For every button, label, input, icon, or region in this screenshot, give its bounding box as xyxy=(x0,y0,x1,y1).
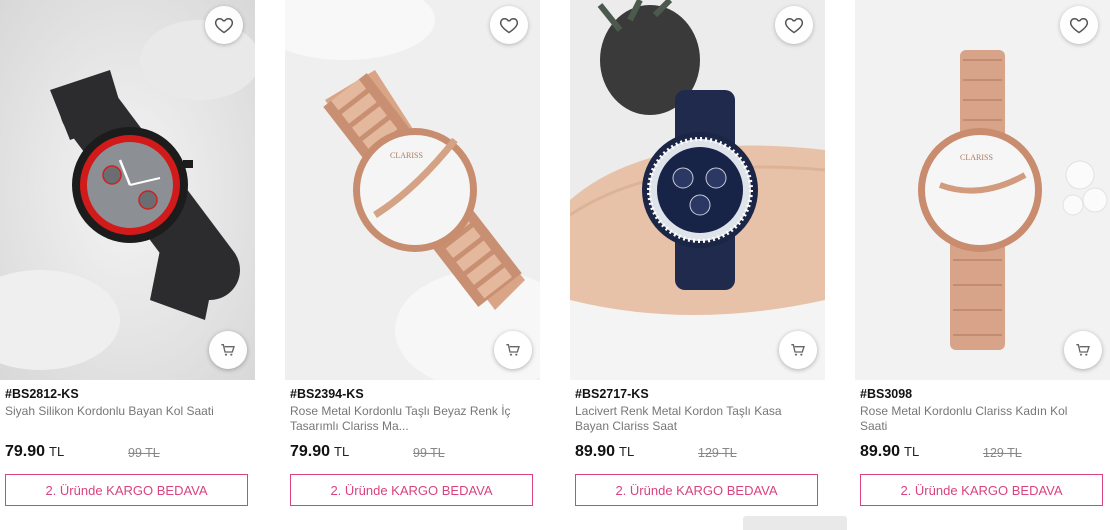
add-to-cart-button[interactable] xyxy=(494,331,532,369)
product-name[interactable]: Rose Metal Kordonlu Clariss Kadın Kol Sa… xyxy=(860,404,1095,434)
add-to-cart-button[interactable] xyxy=(1064,331,1102,369)
heart-outline-icon xyxy=(1069,17,1089,34)
svg-text:CLARISS: CLARISS xyxy=(390,151,423,160)
product-grid: #BS2812-KS Siyah Silikon Kordonlu Bayan … xyxy=(0,0,1110,529)
product-price: 79.90 TL xyxy=(290,443,350,460)
product-price: 89.90 TL xyxy=(575,443,635,460)
add-to-cart-button[interactable] xyxy=(779,331,817,369)
heart-outline-icon xyxy=(784,17,804,34)
shopping-cart-icon xyxy=(221,344,235,356)
free-shipping-promo-button[interactable]: 2. Üründe KARGO BEDAVA xyxy=(860,474,1103,506)
favorite-button[interactable] xyxy=(1060,6,1098,44)
add-to-cart-button[interactable] xyxy=(209,331,247,369)
floating-bottom-tab[interactable] xyxy=(743,516,847,530)
product-price: 89.90 TL xyxy=(860,443,920,460)
product-code: #BS2394-KS xyxy=(290,387,364,401)
heart-outline-icon xyxy=(214,17,234,34)
product-code: #BS2717-KS xyxy=(575,387,649,401)
product-code: #BS2812-KS xyxy=(5,387,79,401)
favorite-button[interactable] xyxy=(775,6,813,44)
product-name[interactable]: Rose Metal Kordonlu Taşlı Beyaz Renk İç … xyxy=(290,404,525,434)
product-card: CLARISS #BS3098 Rose Metal Kordonlu Clar… xyxy=(855,0,1110,529)
favorite-button[interactable] xyxy=(205,6,243,44)
old-price: 129 TL xyxy=(983,446,1022,460)
product-name[interactable]: Lacivert Renk Metal Kordon Taşlı Kasa Ba… xyxy=(575,404,810,434)
old-price: 99 TL xyxy=(128,446,160,460)
free-shipping-promo-button[interactable]: 2. Üründe KARGO BEDAVA xyxy=(5,474,248,506)
product-card: #BS2812-KS Siyah Silikon Kordonlu Bayan … xyxy=(0,0,255,529)
shopping-cart-icon xyxy=(1076,344,1090,356)
shopping-cart-icon xyxy=(791,344,805,356)
product-card: CLARISS #BS2394-KS Rose Metal Kordonlu T… xyxy=(285,0,540,529)
product-image[interactable]: CLARISS xyxy=(855,0,1110,380)
product-card: #BS2717-KS Lacivert Renk Metal Kordon Ta… xyxy=(570,0,825,529)
heart-outline-icon xyxy=(499,17,519,34)
product-image[interactable]: CLARISS xyxy=(285,0,540,380)
free-shipping-promo-button[interactable]: 2. Üründe KARGO BEDAVA xyxy=(290,474,533,506)
product-price: 79.90 TL xyxy=(5,443,65,460)
shopping-cart-icon xyxy=(506,344,520,356)
old-price: 99 TL xyxy=(413,446,445,460)
svg-text:CLARISS: CLARISS xyxy=(960,153,993,162)
product-image[interactable] xyxy=(0,0,255,380)
product-name[interactable]: Siyah Silikon Kordonlu Bayan Kol Saati xyxy=(5,404,240,419)
favorite-button[interactable] xyxy=(490,6,528,44)
free-shipping-promo-button[interactable]: 2. Üründe KARGO BEDAVA xyxy=(575,474,818,506)
product-image[interactable] xyxy=(570,0,825,380)
old-price: 129 TL xyxy=(698,446,737,460)
product-code: #BS3098 xyxy=(860,387,913,401)
